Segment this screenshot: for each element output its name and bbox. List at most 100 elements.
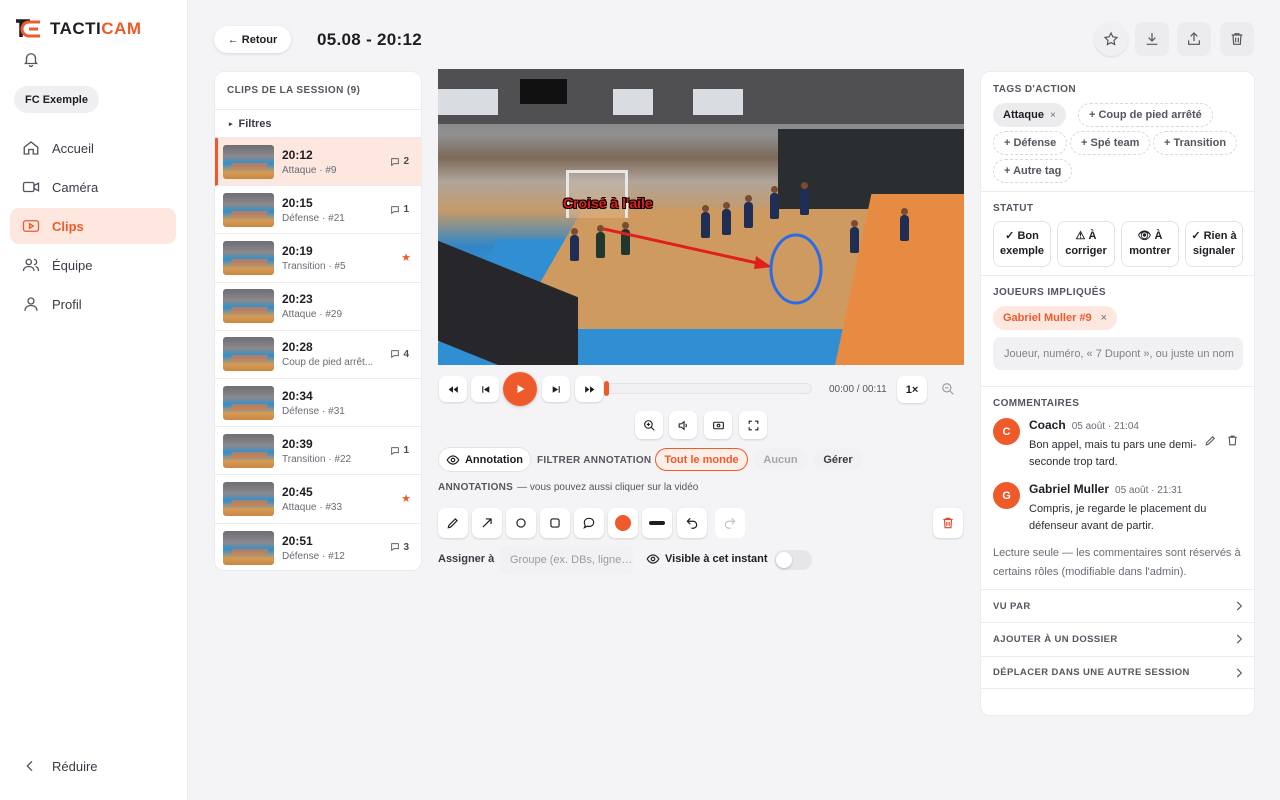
progress-handle[interactable] bbox=[604, 381, 609, 396]
accordion-deplacer-session[interactable]: DÉPLACER DANS UNE AUTRE SESSION bbox=[981, 656, 1254, 689]
clip-thumbnail bbox=[223, 240, 274, 275]
add-tag-autre[interactable]: + Autre tag bbox=[993, 159, 1073, 183]
arrow-tool-button[interactable] bbox=[472, 508, 502, 538]
fullscreen-button[interactable] bbox=[739, 411, 767, 439]
progress-bar[interactable] bbox=[604, 381, 812, 396]
zoom-in-button[interactable] bbox=[635, 411, 663, 439]
rewind-button[interactable] bbox=[439, 376, 467, 402]
player-chip[interactable]: Gabriel Muller #9 × bbox=[993, 306, 1118, 330]
caret-right-icon: ▸ bbox=[229, 120, 233, 128]
trash-icon[interactable] bbox=[1226, 434, 1239, 447]
accordion-vu-par[interactable]: VU PAR bbox=[981, 589, 1254, 622]
previous-frame-button[interactable] bbox=[471, 376, 499, 402]
profile-icon bbox=[24, 297, 38, 311]
filter-everyone-button[interactable]: Tout le monde bbox=[655, 448, 748, 471]
assign-group-input[interactable] bbox=[500, 545, 633, 575]
annotation-overlay bbox=[603, 227, 823, 305]
comment-icon bbox=[391, 350, 400, 359]
snapshot-button[interactable] bbox=[704, 411, 732, 439]
redo-button[interactable] bbox=[715, 508, 745, 538]
nav-item-clips[interactable]: Clips bbox=[10, 208, 176, 244]
tags-heading: TAGS D'ACTION bbox=[993, 84, 1076, 95]
clip-time: 20:51 bbox=[282, 533, 313, 548]
clip-row[interactable]: 20:34 Défense · #31 bbox=[215, 379, 421, 428]
nav-item-camera[interactable]: Caméra bbox=[10, 169, 176, 205]
favorite-button[interactable] bbox=[1094, 22, 1128, 56]
add-tag-defense[interactable]: + Défense bbox=[993, 131, 1068, 155]
pen-tool-button[interactable] bbox=[438, 508, 468, 538]
annotation-toggle-button[interactable]: Annotation bbox=[438, 447, 531, 472]
redo-icon bbox=[724, 517, 736, 529]
clip-row[interactable]: 20:23 Attaque · #29 bbox=[215, 283, 421, 331]
nav-item-equipe[interactable]: Équipe bbox=[10, 247, 176, 283]
delete-clip-button[interactable] bbox=[1220, 22, 1254, 56]
clip-row[interactable]: 20:39 Transition · #22 1 bbox=[215, 427, 421, 476]
status-a-montrer[interactable]: 👁 Àmontrer bbox=[1121, 221, 1179, 267]
annotations-hint-text: — vous pouvez aussi cliquer sur la vidéo bbox=[517, 482, 699, 493]
manage-filter-button[interactable]: Gérer bbox=[813, 448, 863, 471]
nav-item-profil[interactable]: Profil bbox=[10, 286, 176, 322]
time-display: 00:00 / 00:11 bbox=[829, 384, 887, 395]
add-tag-coup-de-pied[interactable]: + Coup de pied arrêté bbox=[1078, 103, 1213, 127]
stroke-width-button[interactable] bbox=[642, 508, 672, 538]
fullscreen-icon bbox=[748, 420, 758, 430]
share-button[interactable] bbox=[1177, 22, 1211, 56]
stroke-width-icon bbox=[649, 521, 665, 525]
chevron-left-icon bbox=[26, 760, 33, 772]
filter-none-button[interactable]: Aucun bbox=[753, 448, 808, 471]
color-swatch-icon bbox=[615, 515, 631, 531]
color-picker-button[interactable] bbox=[608, 508, 638, 538]
collapse-sidebar-button[interactable]: Réduire bbox=[22, 758, 98, 774]
comment-author: Gabriel Muller bbox=[1029, 482, 1110, 496]
status-a-corriger[interactable]: ⚠ Àcorriger bbox=[1057, 221, 1115, 267]
add-tag-spe-team[interactable]: + Spé team bbox=[1070, 131, 1151, 155]
close-icon[interactable]: × bbox=[1101, 312, 1107, 324]
zoom-out-icon[interactable] bbox=[941, 382, 955, 396]
visible-now-toggle[interactable] bbox=[774, 550, 812, 570]
clip-time: 20:23 bbox=[282, 292, 313, 307]
speed-button[interactable]: 1× bbox=[897, 376, 927, 403]
add-tag-transition[interactable]: + Transition bbox=[1153, 131, 1238, 155]
app-logo[interactable]: TACTICAM bbox=[14, 18, 142, 40]
clip-row[interactable]: 20:12 Attaque · #9 2 bbox=[215, 138, 421, 187]
assign-label: Assigner à bbox=[438, 553, 495, 565]
clip-thumbnail bbox=[223, 289, 274, 324]
clip-row[interactable]: 20:28 Coup de pied arrêt... 4 bbox=[215, 331, 421, 379]
filters-toggle[interactable]: ▸ Filtres bbox=[215, 110, 421, 138]
chevron-right-icon bbox=[1236, 634, 1243, 644]
play-button[interactable] bbox=[503, 372, 537, 406]
clip-row[interactable]: 20:15 Défense · #21 1 bbox=[215, 186, 421, 235]
rectangle-tool-button[interactable] bbox=[540, 508, 570, 538]
clip-row[interactable]: 20:51 Défense · #12 3 bbox=[215, 524, 421, 571]
player-search-input[interactable] bbox=[993, 337, 1243, 370]
team-selector[interactable]: FC Exemple bbox=[14, 86, 99, 113]
avatar: G bbox=[993, 482, 1020, 509]
clear-annotations-button[interactable] bbox=[933, 508, 963, 538]
accordion-ajouter-dossier[interactable]: AJOUTER À UN DOSSIER bbox=[981, 622, 1254, 655]
text-bubble-tool-button[interactable] bbox=[574, 508, 604, 538]
circle-tool-button[interactable] bbox=[506, 508, 536, 538]
back-button[interactable]: ← Retour bbox=[214, 26, 291, 53]
edit-icon[interactable] bbox=[1204, 434, 1217, 447]
nav-item-accueil[interactable]: Accueil bbox=[10, 130, 176, 166]
annotation-text: Croisé à l'aile bbox=[563, 195, 653, 211]
volume-icon bbox=[678, 420, 687, 430]
video-player[interactable]: Croisé à l'aile bbox=[438, 69, 964, 365]
clips-heading: CLIPS DE LA SESSION (9) bbox=[215, 72, 421, 110]
close-icon[interactable]: × bbox=[1050, 110, 1056, 121]
status-rien-a-signaler[interactable]: ✓ Rien à signaler bbox=[1185, 221, 1243, 267]
visible-now-label: Visible à cet instant bbox=[646, 552, 768, 566]
tag-attaque[interactable]: Attaque × bbox=[993, 103, 1066, 127]
fast-forward-button[interactable] bbox=[575, 376, 603, 402]
volume-button[interactable] bbox=[669, 411, 697, 439]
accordion-label: DÉPLACER DANS UNE AUTRE SESSION bbox=[993, 667, 1190, 678]
download-button[interactable] bbox=[1135, 22, 1169, 56]
clip-row[interactable]: 20:45 Attaque · #33 ★ bbox=[215, 475, 421, 524]
next-frame-button[interactable] bbox=[542, 376, 570, 402]
status-heading: STATUT bbox=[993, 203, 1034, 214]
bell-icon[interactable] bbox=[22, 50, 40, 68]
clip-row[interactable]: 20:19 Transition · #5 ★ bbox=[215, 234, 421, 283]
undo-button[interactable] bbox=[677, 508, 707, 538]
clips-icon bbox=[22, 220, 40, 232]
status-bon-exemple[interactable]: ✓ Bon exemple bbox=[993, 221, 1051, 267]
